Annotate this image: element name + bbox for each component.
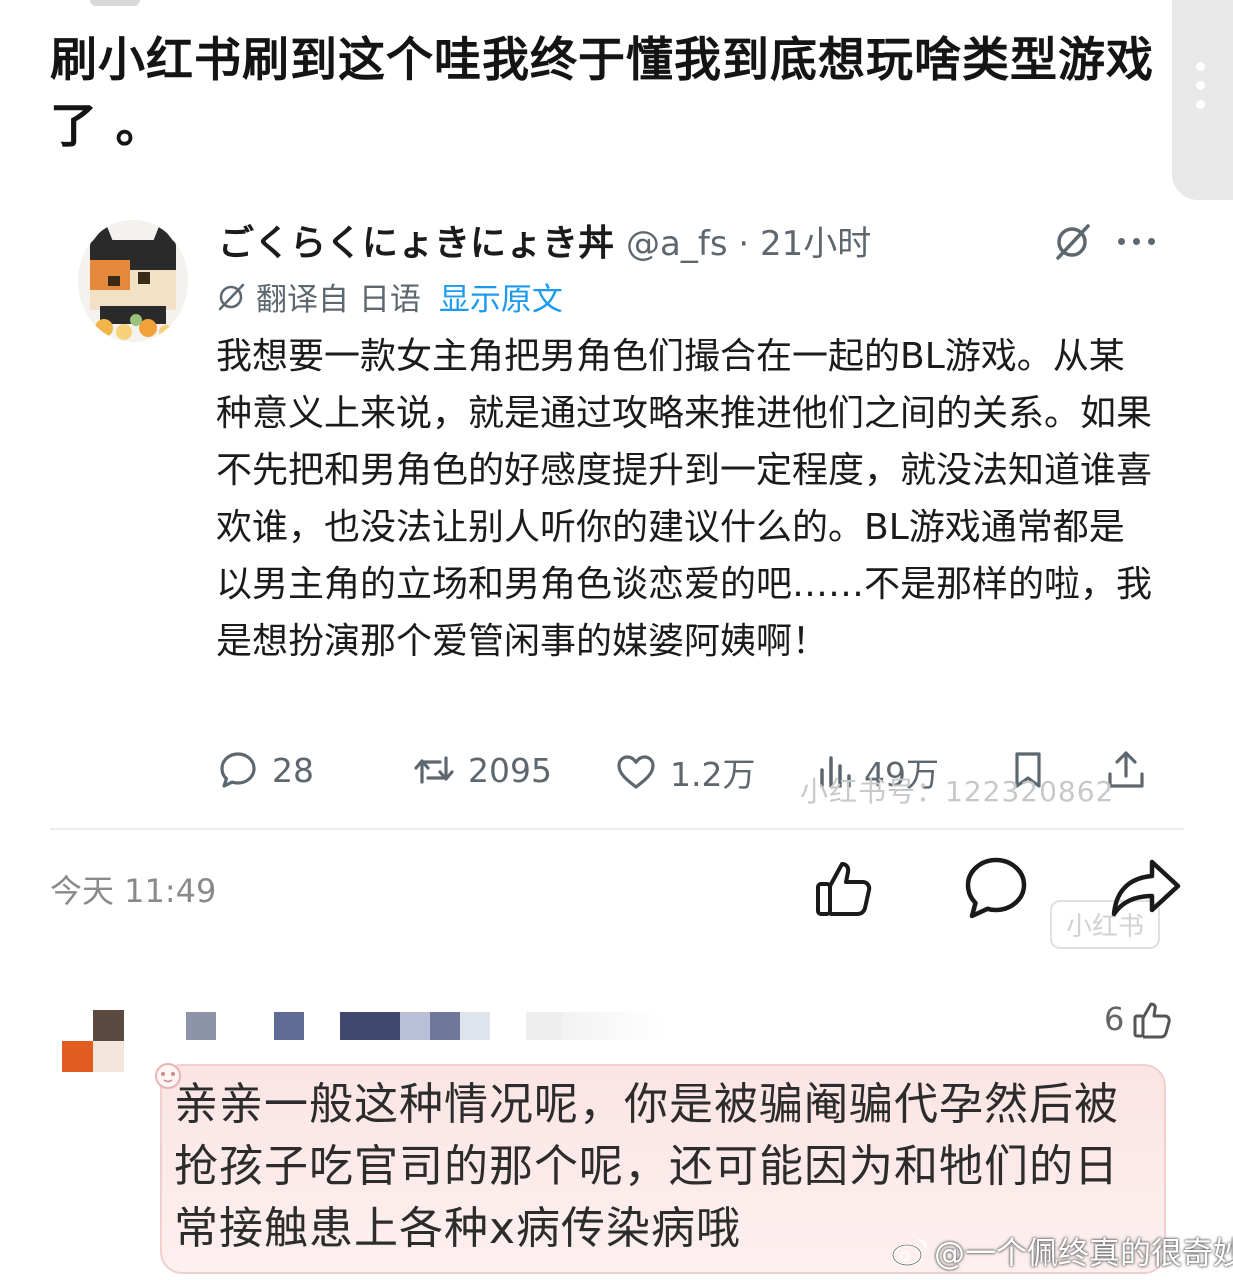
translate-icon (218, 283, 245, 310)
weibo-watermark-text: @一个佩终真的很奇妙 (934, 1236, 1233, 1272)
post-title: 刷小红书刷到这个哇我终于懂我到底想玩啥类型游戏了 。 (50, 33, 1154, 154)
like-count: 1.2万 (670, 755, 756, 794)
translated-from-label: 翻译自 日语 (256, 282, 421, 318)
more-vertical-icon (1196, 62, 1205, 109)
retweet-icon (414, 756, 454, 784)
reply-icon (220, 752, 256, 788)
weibo-logo-icon (891, 1238, 928, 1266)
tweet-author-row: ごくらくにょきにょき丼 @a_fs · 21小时 (218, 214, 871, 266)
tweet-author-handle-time: @a_fs · 21小时 (626, 223, 872, 264)
retweet-button[interactable]: 2095 (412, 748, 552, 792)
post-timestamp: 今天 11:49 (50, 872, 217, 910)
comment-icon[interactable] (960, 852, 1032, 924)
more-menu-button[interactable] (1172, 0, 1233, 200)
show-original-link[interactable]: 显示原文 (439, 274, 563, 319)
more-horizontal-icon[interactable] (1118, 236, 1158, 246)
like-button[interactable]: 1.2万 (614, 748, 755, 796)
tweet-author-avatar[interactable] (78, 220, 188, 342)
xiaohongshu-id-watermark: 小红书号：122320862 (800, 775, 1115, 808)
heart-icon (617, 755, 655, 789)
comment-avatar[interactable] (62, 1010, 124, 1072)
thumbs-up-icon (1133, 1002, 1172, 1039)
reply-button[interactable]: 28 (216, 748, 314, 792)
weibo-watermark: @一个佩终真的很奇妙 (890, 1228, 1233, 1273)
retweet-count: 2095 (468, 750, 552, 790)
forward-icon[interactable] (1108, 852, 1184, 924)
thumbs-up-icon[interactable] (810, 852, 882, 924)
comment-username-blurred (186, 1012, 662, 1040)
quoted-tweet-screenshot: ごくらくにょきにょき丼 @a_fs · 21小时 翻译自 日语 显示原文 我想要… (50, 200, 1184, 949)
grok-icon[interactable] (1052, 222, 1092, 262)
reply-count: 28 (272, 750, 314, 790)
tweet-body-text: 我想要一款女主角把男角色们撮合在一起的BL游戏。从某种意义上来说，就是通过攻略来… (216, 336, 1153, 662)
comment-like-count: 6 (1104, 1000, 1125, 1038)
comment-like-button[interactable]: 6 (1104, 996, 1176, 1042)
divider (50, 828, 1184, 830)
tweet-author-name[interactable]: ごくらくにょきにょき丼 (218, 214, 614, 266)
top-edge-fragment (90, 0, 140, 6)
translation-row: 翻译自 日语 显示原文 (216, 274, 563, 319)
